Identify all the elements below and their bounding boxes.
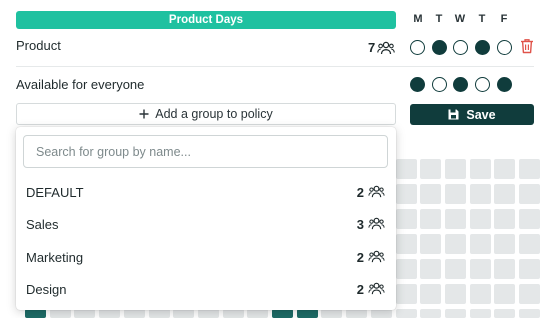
calendar-cell[interactable]: [297, 309, 318, 318]
calendar-cell[interactable]: [519, 234, 540, 254]
calendar-cell[interactable]: [519, 309, 540, 318]
calendar-cell[interactable]: [445, 159, 466, 179]
calendar-cell[interactable]: [470, 309, 491, 318]
calendar-cell[interactable]: [149, 309, 170, 318]
calendar-cell[interactable]: [99, 309, 120, 318]
group-option-default[interactable]: DEFAULT 2: [16, 177, 396, 207]
people-icon: [368, 282, 385, 295]
calendar-cell[interactable]: [272, 309, 293, 318]
group-name: Marketing: [26, 249, 84, 265]
calendar-cell[interactable]: [396, 309, 417, 318]
calendar-cell[interactable]: [445, 284, 466, 304]
group-search-input[interactable]: [23, 135, 388, 168]
calendar-cell[interactable]: [396, 184, 417, 204]
group-member-count: 2: [356, 281, 364, 297]
calendar-cell[interactable]: [420, 209, 441, 229]
calendar-cell[interactable]: [494, 159, 515, 179]
calendar-cell[interactable]: [470, 259, 491, 279]
calendar-cell[interactable]: [420, 259, 441, 279]
calendar-cell[interactable]: [420, 309, 441, 318]
calendar-cell[interactable]: [519, 184, 540, 204]
group-member-count: 2: [356, 249, 364, 265]
calendar-cell[interactable]: [74, 309, 95, 318]
calendar-cell[interactable]: [223, 309, 244, 318]
calendar-cell[interactable]: [396, 209, 417, 229]
calendar-cell[interactable]: [494, 234, 515, 254]
group-option-sales[interactable]: Sales 3: [16, 209, 396, 239]
calendar-cell[interactable]: [420, 159, 441, 179]
group-option-design[interactable]: Design 2: [16, 274, 396, 304]
calendar-cell[interactable]: [25, 309, 46, 318]
calendar-cell[interactable]: [420, 284, 441, 304]
calendar-cell[interactable]: [445, 234, 466, 254]
calendar-cell[interactable]: [494, 309, 515, 318]
calendar-cell[interactable]: [445, 259, 466, 279]
group-member-count: 3: [356, 216, 364, 232]
calendar-cell[interactable]: [519, 259, 540, 279]
calendar-cell[interactable]: [519, 159, 540, 179]
calendar-cell[interactable]: [50, 309, 71, 318]
calendar-cell[interactable]: [494, 284, 515, 304]
calendar-cell[interactable]: [396, 234, 417, 254]
calendar-cell[interactable]: [470, 159, 491, 179]
calendar-cell[interactable]: [420, 184, 441, 204]
calendar-cell[interactable]: [420, 234, 441, 254]
calendar-cell[interactable]: [396, 159, 417, 179]
group-option-marketing[interactable]: Marketing 2: [16, 242, 396, 272]
group-member-count: 2: [356, 184, 364, 200]
group-name: Sales: [26, 216, 59, 232]
calendar-cell[interactable]: [470, 209, 491, 229]
calendar-cell[interactable]: [198, 309, 219, 318]
calendar-cell[interactable]: [173, 309, 194, 318]
calendar-cell[interactable]: [494, 209, 515, 229]
calendar-cell[interactable]: [470, 284, 491, 304]
people-icon: [368, 185, 385, 198]
calendar-cell[interactable]: [519, 284, 540, 304]
calendar-cell[interactable]: [247, 309, 268, 318]
group-name: Design: [26, 281, 67, 297]
calendar-cell[interactable]: [519, 209, 540, 229]
calendar-cell[interactable]: [470, 234, 491, 254]
people-icon: [368, 250, 385, 263]
calendar-cell[interactable]: [494, 259, 515, 279]
calendar-cell[interactable]: [445, 209, 466, 229]
calendar-cell[interactable]: [346, 309, 367, 318]
people-icon: [368, 217, 385, 230]
calendar-cell[interactable]: [445, 184, 466, 204]
calendar-cell[interactable]: [396, 284, 417, 304]
calendar-cell[interactable]: [445, 309, 466, 318]
calendar-cell[interactable]: [371, 309, 392, 318]
group-name: DEFAULT: [26, 184, 84, 200]
calendar-cell[interactable]: [470, 184, 491, 204]
calendar-cell[interactable]: [321, 309, 342, 318]
calendar-cell[interactable]: [124, 309, 145, 318]
calendar-cell[interactable]: [396, 259, 417, 279]
calendar-cell[interactable]: [494, 184, 515, 204]
group-dropdown: DEFAULT 2 Sales 3 Marketing 2 Design 2: [16, 127, 396, 310]
